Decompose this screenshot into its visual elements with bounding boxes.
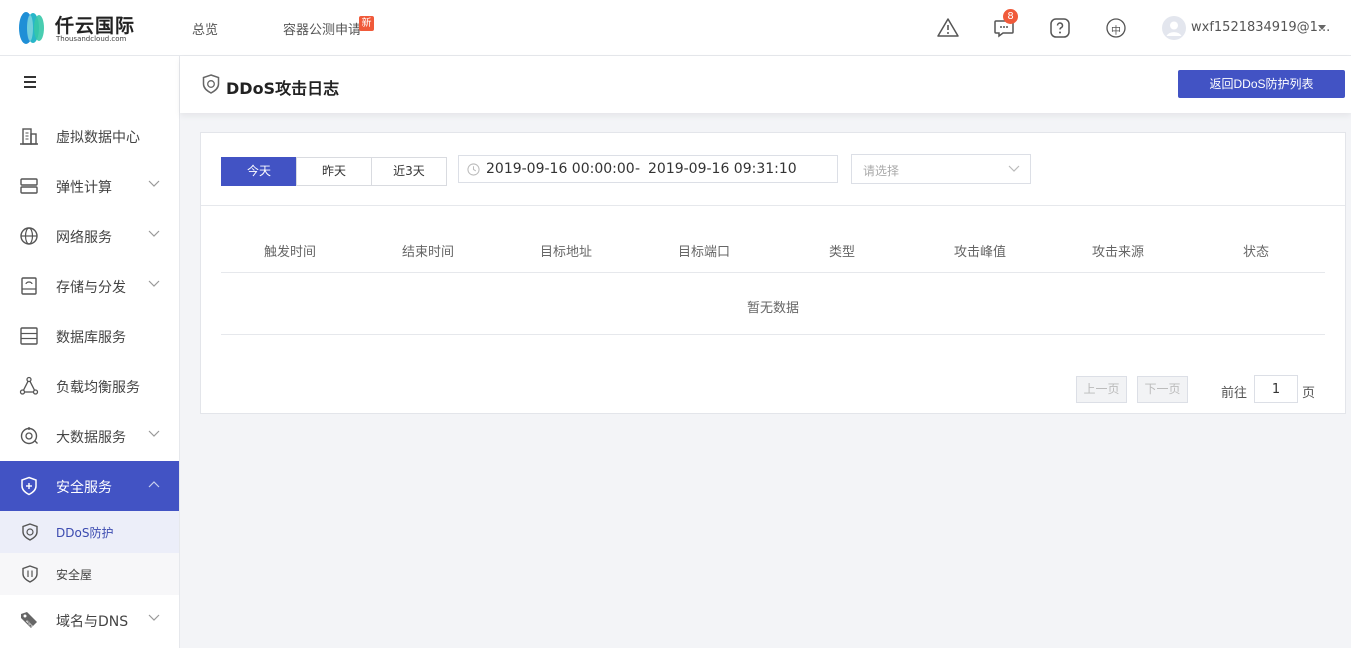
sidebar-item-network[interactable]: 网络服务 [0, 211, 179, 261]
logo[interactable]: 仟云国际 Thousandcloud.com [18, 10, 148, 46]
menu-toggle-icon[interactable] [24, 76, 36, 88]
sidebar-item-domain-dns[interactable]: www 域名与DNS [0, 595, 179, 645]
goto-label: 前往 [1221, 386, 1248, 401]
column-header: 类型 [828, 245, 855, 260]
select-placeholder: 请选择 [863, 164, 900, 178]
shield-icon [202, 74, 220, 94]
table-header: 触发时间 结束时间 目标地址 目标端口 类型 攻击峰值 攻击来源 状态 [221, 219, 1325, 273]
globe-icon [20, 227, 38, 245]
date-range-picker[interactable]: 2019-09-16 00:00:00 - 2019-09-16 09:31:1… [458, 155, 838, 183]
empty-text: 暂无数据 [746, 301, 799, 316]
sidebar-item-vdc[interactable]: 虚拟数据中心 [0, 111, 179, 161]
shield-icon [22, 565, 38, 583]
range-yesterday-button[interactable]: 昨天 [296, 157, 372, 186]
chevron-down-icon [148, 614, 160, 621]
next-page-button[interactable]: 下一页 [1137, 376, 1188, 403]
chevron-down-icon [148, 180, 160, 187]
shield-icon [21, 476, 37, 496]
column-header: 攻击来源 [1091, 245, 1144, 260]
sidebar-item-label: 大数据服务 [56, 430, 126, 446]
range-button-group: 今天 昨天 近3天 [221, 157, 447, 186]
range-today-button[interactable]: 今天 [221, 157, 297, 186]
bigdata-icon [20, 427, 38, 445]
divider [201, 205, 1345, 206]
page-suffix: 页 [1302, 386, 1316, 401]
chevron-down-icon [1008, 165, 1020, 172]
top-bar: 仟云国际 Thousandcloud.com 总览 容器公测申请 新 8 中 w… [0, 0, 1351, 56]
date-end[interactable]: 2019-09-16 09:31:10 [648, 161, 797, 177]
sidebar-item-label: 数据库服务 [56, 330, 126, 346]
table-empty-row: 暂无数据 [221, 274, 1325, 335]
chevron-up-icon [148, 481, 160, 488]
new-badge: 新 [359, 16, 374, 31]
message-count-badge: 8 [1003, 9, 1018, 24]
user-menu-caret-icon[interactable] [1318, 25, 1326, 30]
sidebar-item-label: 网络服务 [56, 230, 112, 246]
column-header: 触发时间 [263, 245, 316, 260]
database-icon [20, 327, 38, 345]
date-separator: - [635, 161, 641, 177]
brand-subtitle: Thousandcloud.com [56, 35, 127, 43]
sidebar-subitem-safe-house[interactable]: 安全屋 [0, 553, 179, 595]
ddos-log-card: 今天 昨天 近3天 2019-09-16 00:00:00 - 2019-09-… [200, 132, 1346, 414]
building-icon [20, 128, 38, 145]
sidebar-subitem-label: DDoS防护 [56, 526, 114, 540]
column-header: 攻击峰值 [953, 245, 1006, 260]
sidebar-item-load-balancer[interactable]: 负载均衡服务 [0, 361, 179, 411]
sidebar-item-storage[interactable]: 存储与分发 [0, 261, 179, 311]
question-icon[interactable] [1048, 16, 1072, 40]
nav-container-beta[interactable]: 容器公测申请 [283, 19, 361, 38]
column-header: 目标地址 [539, 245, 592, 260]
sidebar-subitem-ddos[interactable]: DDoS防护 [0, 511, 179, 553]
date-start[interactable]: 2019-09-16 00:00:00 [486, 161, 635, 177]
brand-name: 仟云国际 [55, 15, 136, 37]
sidebar-item-compute[interactable]: 弹性计算 [0, 161, 179, 211]
page-header: DDoS攻击日志 返回DDoS防护列表 [180, 56, 1351, 113]
sidebar-item-label: 虚拟数据中心 [56, 130, 140, 146]
column-header: 目标端口 [677, 245, 730, 260]
user-name[interactable]: wxf1521834919@1... [1191, 20, 1330, 35]
column-header: 状态 [1242, 245, 1269, 260]
page-number-input[interactable] [1254, 375, 1298, 403]
clock-icon [467, 163, 480, 176]
sidebar-item-label: 弹性计算 [56, 180, 112, 196]
tag-icon: www [21, 612, 37, 629]
sidebar-item-label: 存储与分发 [56, 280, 126, 296]
nodes-icon [19, 376, 39, 395]
filter-select[interactable]: 请选择 [851, 154, 1031, 184]
sidebar-item-security[interactable]: 安全服务 [0, 461, 179, 511]
shield-icon [22, 523, 38, 541]
column-header: 结束时间 [401, 245, 454, 260]
avatar[interactable] [1162, 16, 1186, 40]
server-icon [20, 178, 38, 194]
logo-mark-icon [19, 12, 44, 44]
chevron-down-icon [148, 230, 160, 237]
alert-triangle-icon[interactable] [936, 16, 960, 40]
range-3days-button[interactable]: 近3天 [371, 157, 447, 186]
storage-icon [21, 277, 37, 295]
chevron-down-icon [148, 430, 160, 437]
sidebar-item-bigdata[interactable]: 大数据服务 [0, 411, 179, 461]
language-label: 中 [1111, 26, 1121, 37]
back-to-ddos-list-button[interactable]: 返回DDoS防护列表 [1178, 70, 1345, 98]
sidebar: 虚拟数据中心 弹性计算 网络服务 存储与分发 数据库服务 负载均衡服务 大数据服… [0, 56, 180, 648]
page-title: DDoS攻击日志 [226, 79, 340, 98]
chevron-down-icon [148, 280, 160, 287]
prev-page-button[interactable]: 上一页 [1076, 376, 1127, 403]
sidebar-item-label: 安全服务 [56, 480, 112, 496]
sidebar-item-database[interactable]: 数据库服务 [0, 311, 179, 361]
sidebar-item-label: 负载均衡服务 [56, 380, 140, 396]
language-switch[interactable]: 中 [1104, 16, 1128, 40]
nav-overview[interactable]: 总览 [192, 19, 218, 38]
sidebar-item-label: 域名与DNS [56, 614, 129, 630]
sidebar-subitem-label: 安全屋 [56, 568, 93, 582]
